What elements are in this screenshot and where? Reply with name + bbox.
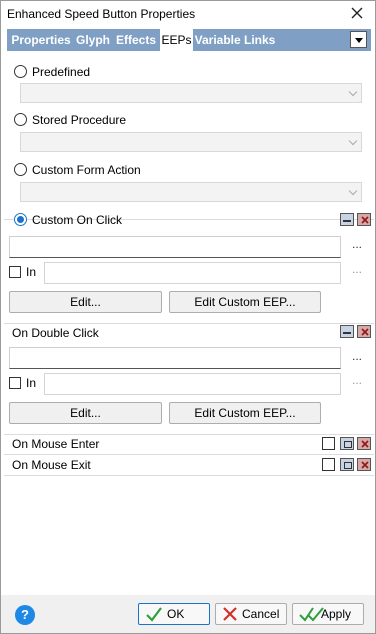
divider: [4, 475, 374, 476]
in-label: In: [26, 376, 37, 390]
predefined-select[interactable]: [20, 83, 362, 103]
apply-label: Apply: [321, 607, 352, 621]
cancel-button[interactable]: Cancel: [215, 603, 287, 625]
minimize-icon[interactable]: [340, 213, 354, 226]
predefined-label: Predefined: [32, 65, 91, 79]
tab-effects[interactable]: Effects: [113, 29, 159, 51]
divider: [4, 434, 374, 435]
restore-icon[interactable]: [340, 458, 354, 471]
minimize-icon[interactable]: [340, 325, 354, 338]
in-browse-button[interactable]: ...: [352, 262, 362, 276]
apply-button[interactable]: Apply: [292, 603, 364, 625]
window-title: Enhanced Speed Button Properties: [7, 7, 196, 21]
in-label: In: [26, 265, 37, 279]
tab-variable-links[interactable]: Variable Links: [194, 29, 276, 51]
browse-button[interactable]: ...: [352, 349, 362, 363]
custom-form-action-select[interactable]: [20, 182, 362, 202]
ok-button[interactable]: OK: [138, 603, 210, 625]
in-checkbox[interactable]: [9, 377, 21, 389]
custom-on-click-radio[interactable]: [14, 213, 27, 226]
dialog-footer: ? OK Cancel Apply: [1, 595, 375, 633]
eeps-panel: Predefined Stored Procedure Custom Form …: [4, 53, 374, 593]
help-icon[interactable]: ?: [15, 605, 35, 625]
on-mouse-exit-checkbox[interactable]: [322, 458, 335, 471]
x-icon: [222, 606, 238, 628]
divider: [4, 323, 374, 324]
close-icon[interactable]: [357, 437, 371, 450]
tab-glyph[interactable]: Glyph: [73, 29, 113, 51]
close-icon[interactable]: [357, 213, 371, 226]
in-browse-button[interactable]: ...: [352, 373, 362, 387]
tab-eeps[interactable]: EEPs: [159, 29, 194, 51]
on-double-click-label: On Double Click: [12, 326, 99, 340]
custom-on-click-input[interactable]: [9, 236, 341, 258]
in-input[interactable]: [44, 262, 341, 284]
custom-form-action-label: Custom Form Action: [32, 163, 141, 177]
stored-procedure-select[interactable]: [20, 132, 362, 152]
edit-custom-eep-button[interactable]: Edit Custom EEP...: [169, 402, 321, 424]
on-mouse-exit-label: On Mouse Exit: [12, 458, 91, 472]
stored-procedure-radio[interactable]: [14, 113, 27, 126]
properties-dialog: Enhanced Speed Button Properties Propert…: [0, 0, 376, 634]
on-mouse-enter-checkbox[interactable]: [322, 437, 335, 450]
custom-form-action-radio[interactable]: [14, 163, 27, 176]
edit-button[interactable]: Edit...: [9, 291, 162, 313]
edit-custom-eep-button[interactable]: Edit Custom EEP...: [169, 291, 321, 313]
edit-button[interactable]: Edit...: [9, 402, 162, 424]
on-mouse-enter-label: On Mouse Enter: [12, 437, 100, 451]
on-double-click-input[interactable]: [9, 347, 341, 369]
in-checkbox[interactable]: [9, 266, 21, 278]
divider: [4, 454, 374, 455]
restore-icon[interactable]: [340, 437, 354, 450]
tab-bar: Properties Glyph Effects EEPs Variable L…: [7, 29, 371, 51]
title-bar: Enhanced Speed Button Properties: [1, 1, 375, 27]
checkmark-icon: [145, 606, 163, 628]
cancel-label: Cancel: [242, 607, 280, 621]
in-input[interactable]: [44, 373, 341, 395]
tab-properties[interactable]: Properties: [9, 29, 73, 51]
close-icon[interactable]: [349, 5, 365, 21]
predefined-radio[interactable]: [14, 65, 27, 78]
tab-overflow-dropdown[interactable]: [350, 31, 367, 48]
browse-button[interactable]: ...: [352, 237, 362, 251]
close-icon[interactable]: [357, 325, 371, 338]
ok-label: OK: [167, 607, 185, 621]
custom-on-click-label: Custom On Click: [32, 213, 123, 227]
close-icon[interactable]: [357, 458, 371, 471]
stored-procedure-label: Stored Procedure: [32, 113, 127, 127]
